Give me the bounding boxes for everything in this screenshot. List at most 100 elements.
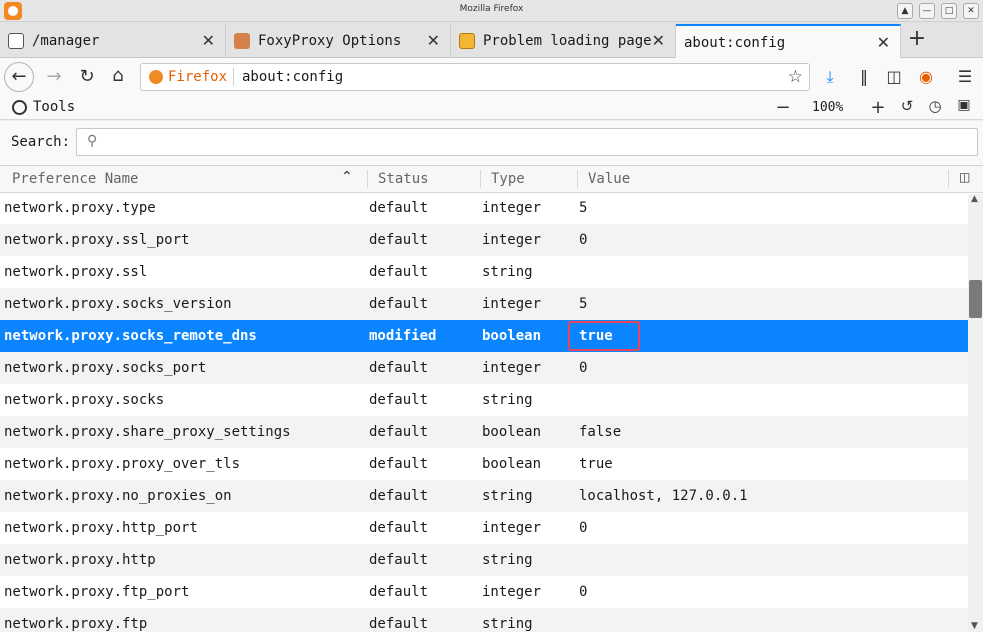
scroll-down-icon[interactable]: ▼	[971, 621, 978, 631]
column-divider[interactable]	[948, 170, 949, 188]
close-tab-icon[interactable]: ✕	[652, 31, 665, 50]
pref-value-cell: 0	[579, 520, 588, 536]
url-bar[interactable]: Firefox about:config ☆	[140, 63, 810, 91]
window-minimize-button[interactable]: —	[919, 3, 935, 19]
pref-status-cell: default	[369, 584, 429, 600]
table-row[interactable]: network.proxy.type default integer 5	[0, 194, 968, 224]
reload-button[interactable]: ↻	[73, 63, 101, 91]
pref-status-cell: default	[369, 616, 429, 632]
close-tab-icon[interactable]: ✕	[877, 33, 890, 52]
pref-type-cell: string	[482, 392, 533, 408]
pref-type-cell: integer	[482, 232, 542, 248]
table-row[interactable]: network.proxy.http_port default integer 0	[0, 512, 968, 544]
window-close-button[interactable]: ✕	[963, 3, 979, 19]
home-button[interactable]: ⌂	[104, 62, 132, 90]
tab-problem-loading-page[interactable]: Problem loading page ✕	[451, 24, 676, 58]
pref-status-cell: default	[369, 456, 429, 472]
column-picker-icon[interactable]: ◫	[959, 170, 970, 184]
back-button[interactable]: ←	[4, 62, 34, 92]
pref-status-cell: default	[369, 296, 429, 312]
url-text[interactable]: about:config	[242, 69, 343, 85]
pref-name-cell: network.proxy.ftp	[4, 616, 148, 632]
sidebar-icon[interactable]: ◫	[881, 64, 907, 90]
foxyproxy-toolbar-icon[interactable]: ◉	[913, 64, 939, 90]
close-tab-icon[interactable]: ✕	[427, 31, 440, 50]
downloads-icon[interactable]: ⤓	[817, 64, 843, 90]
table-row[interactable]: network.proxy.socks_port default integer 0	[0, 352, 968, 384]
window-title: Mozilla Firefox	[459, 4, 524, 14]
pref-type-cell: string	[482, 552, 533, 568]
pref-name-cell: network.proxy.socks_port	[4, 360, 207, 376]
scrollbar-thumb[interactable]	[969, 280, 982, 318]
screenshot-icon[interactable]: ▣	[954, 97, 974, 113]
zoom-level[interactable]: 100%	[812, 100, 843, 115]
pref-name-cell: network.proxy.socks	[4, 392, 165, 408]
pref-type-cell: integer	[482, 360, 542, 376]
table-row[interactable]: network.proxy.socks default string	[0, 384, 968, 416]
window-keep-above-icon[interactable]: ▲	[897, 3, 913, 19]
column-header-value[interactable]: Value	[588, 171, 630, 187]
history-icon[interactable]: ↺	[897, 97, 917, 115]
table-header: Preference Name ⌃ Status Type Value ◫	[0, 166, 983, 193]
pref-name-cell: network.proxy.ssl_port	[4, 232, 190, 248]
bookmark-star-icon[interactable]: ☆	[788, 67, 803, 87]
library-icon[interactable]: ‖	[851, 64, 877, 90]
close-tab-icon[interactable]: ✕	[202, 31, 215, 50]
pref-name-cell: network.proxy.socks_remote_dns	[4, 328, 257, 344]
firefox-identity-icon	[149, 70, 163, 84]
column-header-status[interactable]: Status	[378, 171, 429, 187]
pref-name-cell: network.proxy.proxy_over_tls	[4, 456, 241, 472]
table-row[interactable]: network.proxy.ftp default string	[0, 608, 968, 632]
forward-button[interactable]: →	[40, 63, 68, 91]
search-input[interactable]	[107, 131, 967, 153]
pref-type-cell: integer	[482, 296, 542, 312]
search-input-box[interactable]: ⚲	[76, 128, 978, 156]
table-row[interactable]: network.proxy.socks_remote_dns modified bo…	[0, 320, 968, 352]
globe-icon	[12, 100, 27, 115]
pref-name-cell: network.proxy.no_proxies_on	[4, 488, 232, 504]
column-divider[interactable]	[577, 170, 578, 188]
url-separator	[233, 68, 234, 86]
identity-label: Firefox	[168, 69, 228, 85]
table-row[interactable]: network.proxy.share_proxy_settings defaul…	[0, 416, 968, 448]
pref-type-cell: integer	[482, 520, 542, 536]
zoom-out-button[interactable]: −	[773, 97, 793, 118]
table-row[interactable]: network.proxy.ftp_port default integer 0	[0, 576, 968, 608]
tab-label: FoxyProxy Options	[258, 33, 402, 49]
page-icon	[8, 33, 24, 49]
menu-hamburger-icon[interactable]: ☰	[952, 64, 978, 90]
column-divider[interactable]	[367, 170, 368, 188]
pref-name-cell: network.proxy.share_proxy_settings	[4, 424, 291, 440]
pref-value-cell: 0	[579, 232, 588, 248]
window-titlebar: Mozilla Firefox ▲ — □ ✕	[0, 0, 983, 22]
table-row[interactable]: network.proxy.proxy_over_tls default boole…	[0, 448, 968, 480]
tab-manager[interactable]: /manager ✕	[0, 24, 226, 58]
pref-status-cell: default	[369, 360, 429, 376]
column-header-type[interactable]: Type	[491, 171, 525, 187]
tools-menu[interactable]: Tools	[33, 99, 75, 115]
pref-type-cell: string	[482, 488, 533, 504]
clock-icon[interactable]: ◷	[925, 97, 945, 115]
table-row[interactable]: network.proxy.no_proxies_on default string…	[0, 480, 968, 512]
scroll-up-icon[interactable]: ▲	[971, 194, 978, 204]
pref-value-cell: 5	[579, 200, 588, 216]
pref-type-cell: boolean	[482, 424, 542, 440]
window-maximize-button[interactable]: □	[941, 3, 957, 19]
tab-foxyproxy-options[interactable]: FoxyProxy Options ✕	[226, 24, 451, 58]
table-row[interactable]: network.proxy.http default string	[0, 544, 968, 576]
pref-status-cell: default	[369, 392, 429, 408]
vertical-scrollbar[interactable]: ▲ ▼	[968, 194, 983, 632]
table-row[interactable]: network.proxy.socks_version default intege…	[0, 288, 968, 320]
zoom-in-button[interactable]: +	[868, 97, 888, 118]
table-row[interactable]: network.proxy.ssl_port default integer 0	[0, 224, 968, 256]
column-header-name[interactable]: Preference Name	[12, 171, 138, 187]
pref-status-cell: default	[369, 520, 429, 536]
pref-type-cell: boolean	[482, 456, 542, 472]
new-tab-button[interactable]: +	[906, 26, 928, 52]
sort-ascending-icon: ⌃	[341, 169, 353, 185]
pref-status-cell: modified	[369, 328, 437, 344]
tab-about-config[interactable]: about:config ✕	[676, 24, 901, 59]
table-row[interactable]: network.proxy.ssl default string	[0, 256, 968, 288]
pref-type-cell: integer	[482, 200, 542, 216]
column-divider[interactable]	[480, 170, 481, 188]
